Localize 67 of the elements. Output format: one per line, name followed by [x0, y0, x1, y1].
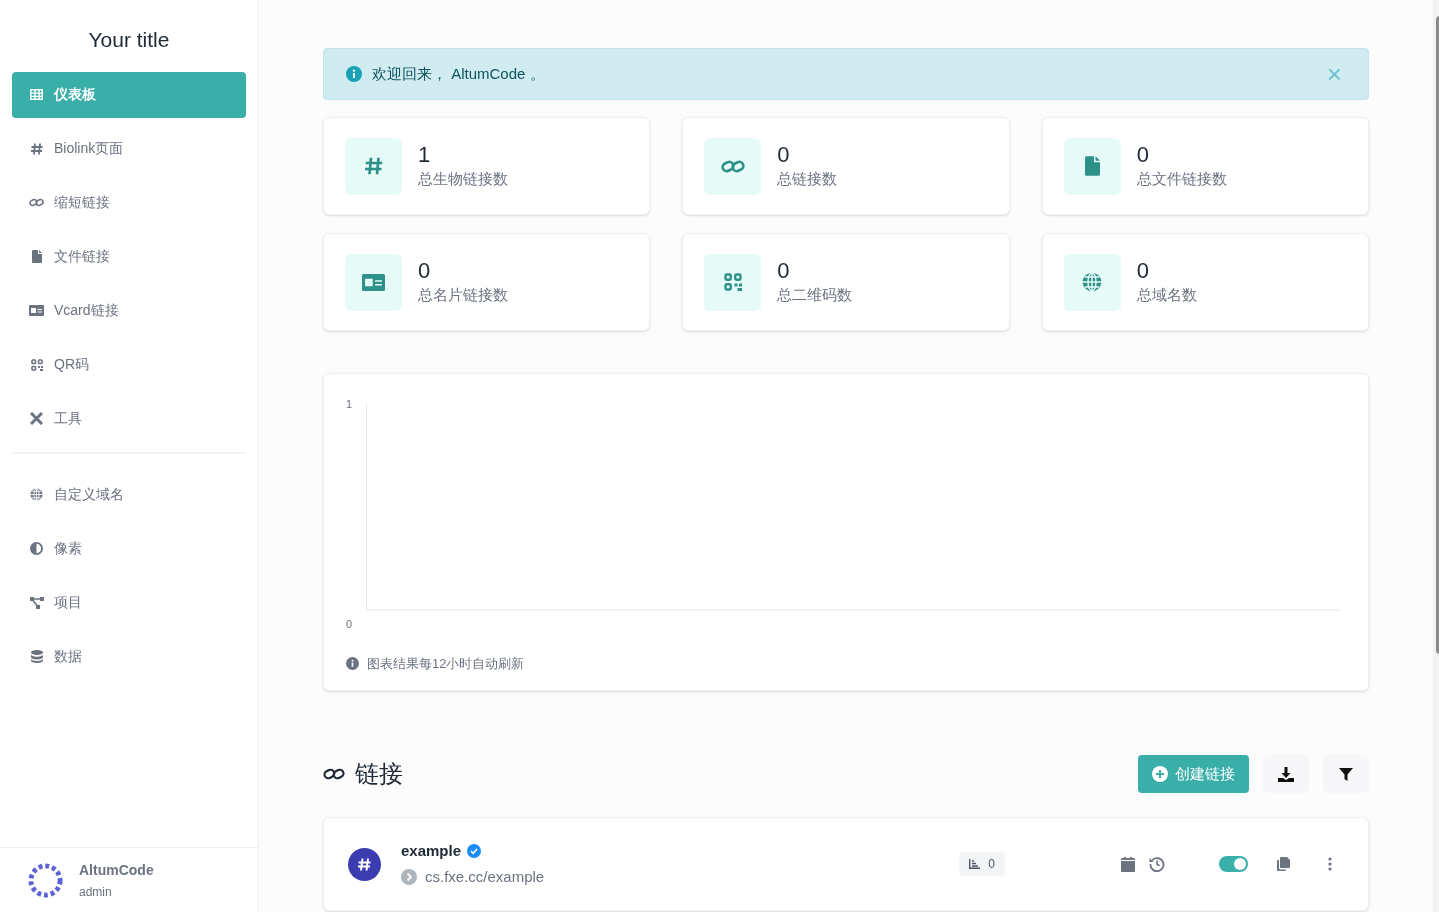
- stat-label: 总名片链接数: [418, 284, 508, 305]
- stat-value: 0: [418, 257, 432, 284]
- stat-value: 0: [1136, 141, 1150, 168]
- half-circle-icon: [30, 542, 43, 555]
- nav-item[interactable]: 工具: [12, 395, 246, 442]
- nav-item[interactable]: 项目: [12, 579, 246, 626]
- filter-button[interactable]: [1323, 755, 1369, 793]
- stat-label: 总二维码数: [777, 284, 853, 305]
- clicks-badge[interactable]: 0: [959, 852, 1005, 876]
- stat-label: 总域名数: [1136, 284, 1197, 305]
- more-options-icon[interactable]: [1328, 857, 1332, 871]
- id-card-icon: [29, 305, 44, 316]
- stat-label: 总生物链接数: [418, 168, 508, 189]
- hashtag-icon: [30, 142, 43, 155]
- nav-item[interactable]: 仪表板: [12, 71, 246, 118]
- info-icon: [346, 657, 359, 671]
- stat-label: 总链接数: [777, 168, 838, 189]
- link-url[interactable]: cs.fxe.cc/example: [425, 866, 545, 889]
- y-axis-label: 0: [346, 616, 354, 632]
- calendar-icon: [1121, 856, 1135, 872]
- download-button[interactable]: [1263, 755, 1309, 793]
- create-link-button[interactable]: 创建链接: [1138, 755, 1249, 793]
- link-icon: [29, 197, 44, 208]
- avatar-icon[interactable]: [28, 862, 63, 898]
- hashtag-avatar-icon: [348, 847, 381, 881]
- filter-icon: [1339, 767, 1353, 781]
- stat-value: 0: [777, 257, 791, 284]
- link-name[interactable]: example: [401, 839, 462, 862]
- user-name: AltumCode: [79, 860, 154, 880]
- stat-value: 0: [777, 141, 791, 168]
- chart-note: 图表结果每12小时自动刷新: [367, 655, 525, 673]
- file-icon: [1084, 156, 1100, 176]
- nav-item[interactable]: 像素: [12, 525, 246, 572]
- qr-code-icon: [723, 273, 742, 291]
- globe-icon: [1082, 272, 1103, 292]
- id-card-icon: [362, 273, 385, 291]
- nav-item[interactable]: 缩短链接: [12, 179, 246, 226]
- nav-item[interactable]: QR码: [12, 341, 246, 388]
- plus-circle-icon: [1152, 766, 1168, 782]
- y-axis-label: 1: [346, 397, 354, 412]
- welcome-message: 欢迎回来， AltumCode 。: [372, 63, 545, 84]
- stat-label: 总文件链接数: [1136, 168, 1227, 189]
- network-icon: [29, 596, 44, 609]
- info-icon: [346, 66, 362, 82]
- toggle-switch[interactable]: [1219, 856, 1248, 872]
- nav-item[interactable]: 自定义域名: [12, 471, 246, 518]
- nav-item[interactable]: 文件链接: [12, 233, 246, 280]
- user-role: admin: [79, 883, 113, 901]
- history-icon: [1149, 856, 1165, 872]
- grid-icon: [30, 89, 43, 100]
- bar-chart-icon: [969, 859, 981, 869]
- nav-item[interactable]: Vcard链接: [12, 287, 246, 334]
- nav-item[interactable]: Biolink页面: [12, 125, 246, 172]
- qr-code-icon: [30, 358, 43, 371]
- app-title: Your title: [87, 27, 171, 53]
- chevron-circle-icon: [401, 869, 417, 886]
- section-title: 链接: [355, 759, 403, 789]
- hashtag-icon: [364, 157, 383, 175]
- globe-icon: [30, 488, 43, 501]
- stat-value: 1: [418, 141, 432, 168]
- nav-item[interactable]: 数据: [12, 633, 246, 680]
- copy-icon[interactable]: [1277, 857, 1290, 871]
- database-icon: [30, 650, 43, 663]
- download-icon: [1278, 766, 1294, 782]
- link-icon: [323, 766, 345, 782]
- stat-value: 0: [1136, 257, 1150, 284]
- file-icon: [31, 250, 42, 263]
